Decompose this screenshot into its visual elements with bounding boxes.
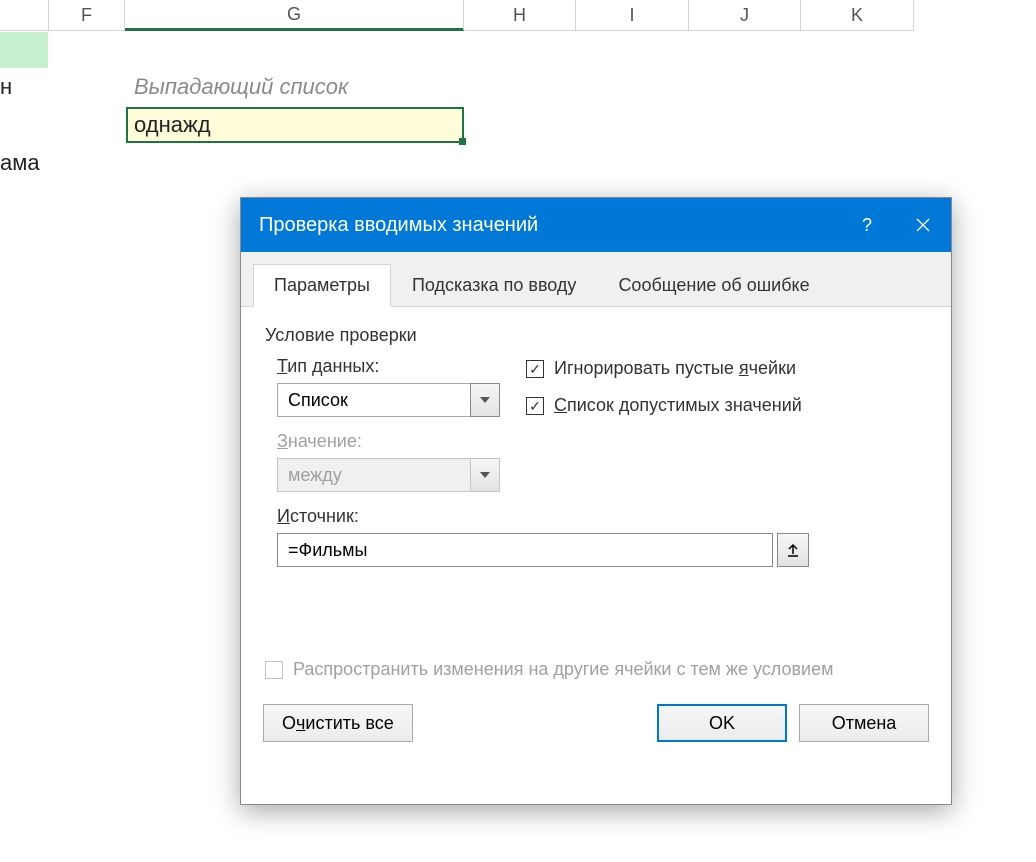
dialog-button-row: Очистить все OK Отмена (241, 690, 951, 764)
column-headers: F G H I J K (0, 0, 914, 31)
value-dropdown: между (277, 458, 500, 492)
type-dropdown-value: Список (277, 383, 470, 417)
section-criteria-label: Условие проверки (265, 325, 927, 346)
close-button[interactable] (895, 198, 951, 252)
help-icon: ? (862, 215, 872, 236)
tab-error-alert[interactable]: Сообщение об ошибке (597, 264, 830, 306)
tab-input-message[interactable]: Подсказка по вводу (391, 264, 597, 306)
cell-g3-hint[interactable]: Выпадающий список (134, 74, 348, 100)
cell-e5[interactable]: ама (0, 150, 40, 176)
range-select-button[interactable] (777, 533, 809, 567)
col-header-blank[interactable] (0, 0, 49, 31)
close-icon (916, 218, 930, 232)
clear-all-button[interactable]: Очистить все (263, 704, 413, 742)
tab-parameters[interactable]: Параметры (253, 264, 391, 307)
help-button[interactable]: ? (839, 198, 895, 252)
type-label: Тип данных: (277, 356, 500, 377)
ok-button[interactable]: OK (657, 704, 787, 742)
value-dropdown-value: между (277, 458, 470, 492)
in-cell-dropdown-label: Список допустимых значений (554, 395, 802, 416)
chevron-down-icon (480, 472, 490, 478)
dialog-titlebar: Проверка вводимых значений ? (241, 198, 951, 252)
type-dropdown[interactable]: Список (277, 383, 500, 417)
col-header-f[interactable]: F (49, 0, 125, 31)
tab-strip: Параметры Подсказка по вводу Сообщение о… (241, 252, 951, 307)
col-header-k[interactable]: K (801, 0, 914, 31)
collapse-dialog-icon (785, 542, 801, 558)
ignore-blank-checkbox[interactable]: Игнорировать пустые ячейки (526, 358, 802, 379)
value-label: Значение: (277, 431, 500, 452)
type-dropdown-button[interactable] (470, 383, 500, 417)
chevron-down-icon (480, 397, 490, 403)
cell-e3[interactable]: н (0, 74, 12, 100)
dialog-body: Условие проверки Тип данных: Список Знач… (241, 307, 951, 690)
col-header-i[interactable]: I (576, 0, 689, 31)
col-header-j[interactable]: J (689, 0, 801, 31)
propagate-label: Распространить изменения на другие ячейк… (293, 659, 833, 680)
cancel-button[interactable]: Отмена (799, 704, 929, 742)
checkbox-icon (265, 661, 283, 679)
source-input[interactable] (277, 533, 773, 567)
ignore-blank-label: Игнорировать пустые ячейки (554, 358, 796, 379)
checkbox-icon (526, 397, 544, 415)
data-validation-dialog: Проверка вводимых значений ? Параметры П… (240, 197, 952, 805)
col-header-h[interactable]: H (464, 0, 576, 31)
in-cell-dropdown-checkbox[interactable]: Список допустимых значений (526, 395, 802, 416)
dialog-title: Проверка вводимых значений (259, 214, 538, 237)
col-header-g[interactable]: G (125, 0, 464, 31)
source-label: Источник: (277, 506, 927, 527)
value-dropdown-button (470, 458, 500, 492)
checkbox-icon (526, 360, 544, 378)
cell-highlight-e2[interactable] (0, 32, 48, 68)
active-cell-g4[interactable]: однажд (126, 107, 464, 143)
propagate-checkbox: Распространить изменения на другие ячейк… (265, 659, 927, 680)
